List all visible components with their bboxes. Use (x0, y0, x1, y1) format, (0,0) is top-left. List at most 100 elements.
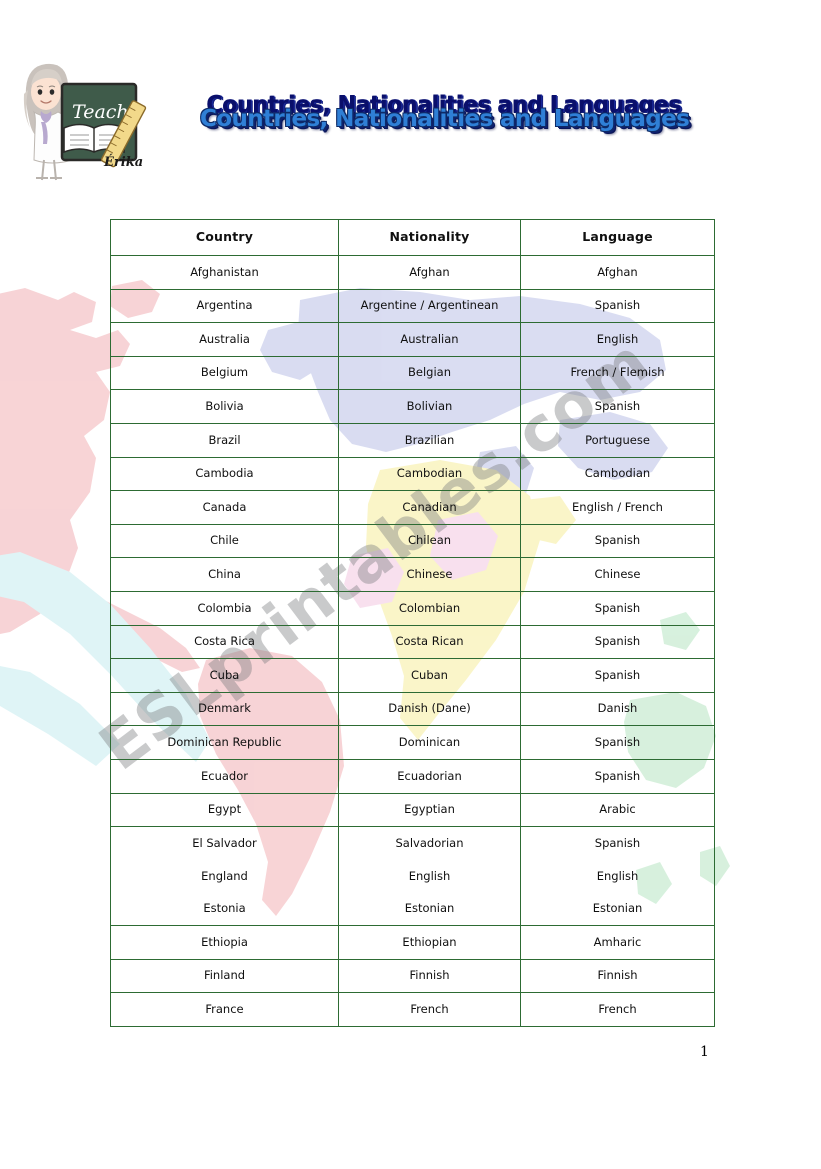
column-header-language: Language (520, 219, 715, 256)
cell-nationality: Chinese (338, 557, 521, 592)
cell-country: Argentina (110, 288, 339, 324)
cell-nationality: Egyptian (338, 792, 521, 828)
cell-nationality: Cuban (338, 658, 521, 693)
cell-language: Spanish (520, 758, 715, 794)
table-row: Ethiopia Ethiopian Amharic (110, 925, 715, 960)
cell-language: Danish (520, 691, 715, 727)
logo-signature: Érika (103, 154, 143, 170)
cell-nationality: Dominican (338, 725, 521, 760)
cell-nationality: French (338, 992, 521, 1027)
cell-language: Cambodian (520, 456, 715, 492)
table-row: Australia Australian English (110, 322, 715, 357)
cell-language: Spanish (520, 624, 715, 660)
cell-language: Portuguese (520, 422, 715, 458)
cell-language: French / Flemish (520, 355, 715, 391)
cell-country: Brazil (110, 422, 339, 458)
cell-nationality: Argentine / Argentinean (338, 288, 521, 324)
countries-nationalities-languages-table: Country Nationality Language Afghanistan… (110, 219, 715, 1027)
worksheet-page: Teacher Érika Countries, Nationalities a… (0, 0, 821, 1169)
cell-country: Colombia (110, 590, 339, 626)
cell-language: Spanish (520, 523, 715, 559)
cell-nationality: Danish (Dane) (338, 691, 521, 727)
merged-line: Spanish (594, 836, 641, 851)
cell-language: Spanish (520, 725, 715, 760)
cell-country: Australia (110, 322, 339, 357)
column-header-nationality: Nationality (338, 219, 521, 256)
cell-language: Afghan (520, 255, 715, 290)
table-row: Brazil Brazilian Portuguese (110, 422, 715, 458)
cell-language: French (520, 992, 715, 1027)
merged-line: Salvadorian (395, 836, 464, 851)
table-row: France French French (110, 992, 715, 1027)
cell-country: Chile (110, 523, 339, 559)
cell-country: Finland (110, 958, 339, 994)
map-region-polar-lower (0, 666, 120, 766)
cell-nationality: Costa Rican (338, 624, 521, 660)
cell-country: Belgium (110, 355, 339, 391)
cell-language: English / French (520, 490, 715, 525)
cell-nationality: Chilean (338, 523, 521, 559)
cell-nationality: Ecuadorian (338, 758, 521, 794)
cell-nationality: Brazilian (338, 422, 521, 458)
cell-language: Spanish (520, 389, 715, 424)
cell-country: Cuba (110, 658, 339, 693)
page-title: Countries, Nationalities and Languages C… (200, 92, 690, 152)
table-row: Costa Rica Costa Rican Spanish (110, 624, 715, 660)
cell-nationality: Cambodian (338, 456, 521, 492)
cell-country: Denmark (110, 691, 339, 727)
page-title-text: Countries, Nationalities and Languages (200, 106, 690, 132)
vocabulary-table-container: Country Nationality Language Afghanistan… (110, 219, 715, 1027)
cell-country: Costa Rica (110, 624, 339, 660)
table-row: Belgium Belgian French / Flemish (110, 355, 715, 391)
table-row: Denmark Danish (Dane) Danish (110, 691, 715, 727)
table-row: Ecuador Ecuadorian Spanish (110, 758, 715, 794)
table-row: Bolivia Bolivian Spanish (110, 389, 715, 424)
table-row: Finland Finnish Finnish (110, 958, 715, 994)
table-row-merged: El Salvador England Estonia Salvadorian Engl… (110, 826, 715, 927)
cell-language: Chinese (520, 557, 715, 592)
table-row: Canada Canadian English / French (110, 490, 715, 525)
table-row: Cuba Cuban Spanish (110, 658, 715, 693)
table-row: Colombia Colombian Spanish (110, 590, 715, 626)
cell-language: Spanish (520, 590, 715, 626)
column-header-country: Country (110, 219, 339, 256)
cell-country: Ecuador (110, 758, 339, 794)
merged-line: English (596, 868, 639, 883)
cell-country: Cambodia (110, 456, 339, 492)
table-row: Afghanistan Afghan Afghan (110, 255, 715, 290)
cell-language: Spanish (520, 658, 715, 693)
merged-line: England (201, 868, 248, 883)
cell-nationality-merged: Salvadorian English Estonian (338, 826, 521, 927)
table-row: China Chinese Chinese (110, 557, 715, 592)
cell-country: Dominican Republic (110, 725, 339, 760)
cell-language: Finnish (520, 958, 715, 994)
merged-line: Estonian (592, 901, 643, 916)
cell-language: Amharic (520, 925, 715, 960)
cell-nationality: Ethiopian (338, 925, 521, 960)
cell-nationality: Colombian (338, 590, 521, 626)
cell-country-merged: El Salvador England Estonia (110, 826, 339, 927)
table-header-row: Country Nationality Language (110, 219, 715, 256)
cell-nationality: Afghan (338, 255, 521, 290)
cell-nationality: Bolivian (338, 389, 521, 424)
table-row: Egypt Egyptian Arabic (110, 792, 715, 828)
cell-nationality: Australian (338, 322, 521, 357)
cell-nationality: Belgian (338, 355, 521, 391)
cell-nationality: Finnish (338, 958, 521, 994)
merged-line: English (408, 868, 451, 883)
table-row: Chile Chilean Spanish (110, 523, 715, 559)
cell-language: Arabic (520, 792, 715, 828)
cell-language: Spanish (520, 288, 715, 324)
cell-country: China (110, 557, 339, 592)
cell-country: Egypt (110, 792, 339, 828)
merged-line: Estonian (404, 901, 455, 916)
cell-language-merged: Spanish English Estonian (520, 826, 715, 927)
cell-language: English (520, 322, 715, 357)
table-body: Afghanistan Afghan Afghan Argentina Argentin… (110, 255, 715, 1027)
merged-line: Estonia (203, 901, 246, 916)
page-header: Teacher Érika Countries, Nationalities a… (0, 0, 821, 200)
cell-country: Canada (110, 490, 339, 525)
cell-country: Afghanistan (110, 255, 339, 290)
cell-country: Ethiopia (110, 925, 339, 960)
cell-country: France (110, 992, 339, 1027)
